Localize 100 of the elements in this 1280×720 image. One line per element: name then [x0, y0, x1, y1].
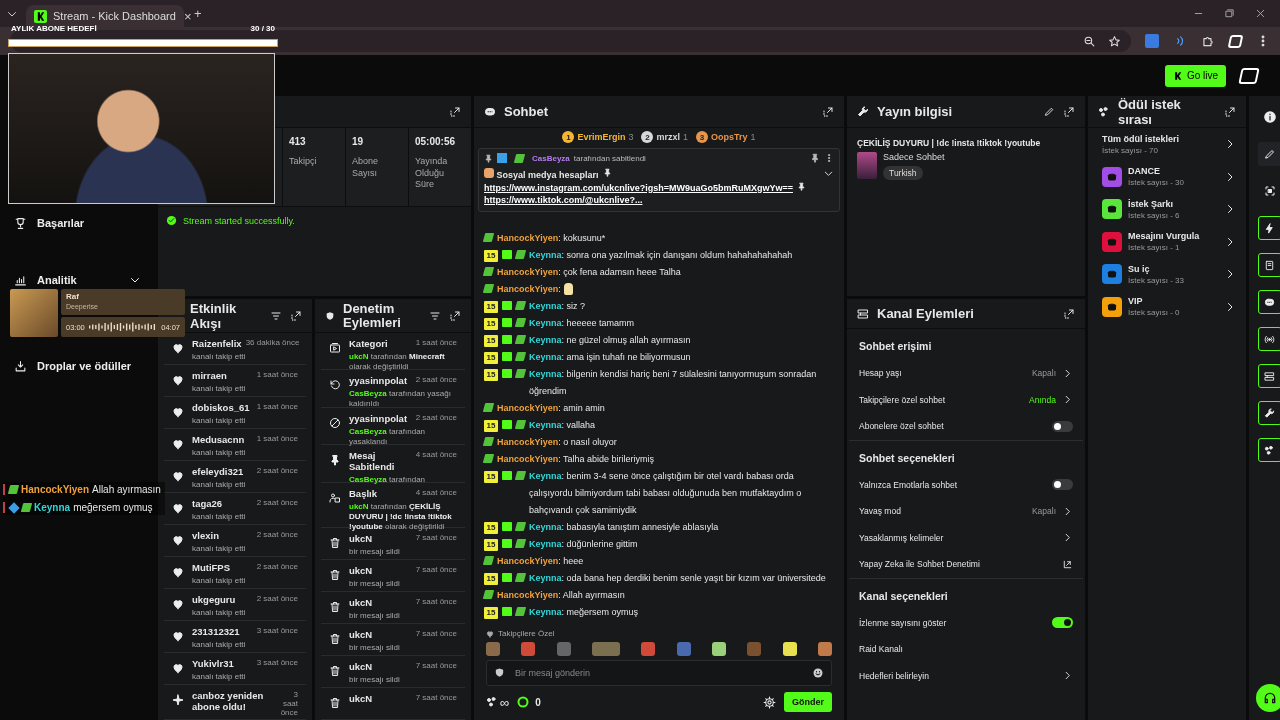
logo-icon[interactable]	[1238, 67, 1260, 84]
stat-value: 19	[352, 136, 365, 147]
close-icon[interactable]	[1255, 8, 1266, 19]
rewards-button[interactable]	[1257, 438, 1280, 462]
pinned-link[interactable]: https://www.tiktok.com/@ukcnlive?...	[484, 194, 643, 207]
category-name: Sadece Sohbet	[883, 152, 945, 162]
stream-button[interactable]	[1257, 364, 1280, 388]
reward-item[interactable]: VIP İstek sayısı - 0	[1088, 290, 1246, 323]
event-time: 2 saat önce	[256, 594, 298, 604]
popout-icon[interactable]	[822, 105, 834, 118]
reward-item[interactable]: DANCE İstek sayısı - 30	[1088, 160, 1246, 193]
pinned-link[interactable]: https://www.instagram.com/ukcnlive?igsh=MW9uaGo5bmRuMXgwYw==	[484, 181, 793, 195]
subscriber-badge: 15	[484, 539, 498, 551]
event-description: kanalı takip etti	[192, 416, 247, 427]
toggle-switch[interactable]	[1052, 617, 1073, 629]
settings-icon[interactable]	[763, 695, 776, 709]
action-description: ukcN tarafından ÇEKİLİŞ DUYURU | !dc !insta !tiktok !youtube olarak değiştirildi	[349, 501, 453, 532]
reward-item[interactable]: İstek Şarkı İstek sayısı - 6	[1088, 193, 1246, 226]
puzzle-icon[interactable]	[1201, 34, 1215, 48]
message-input[interactable]: Bir mesaj gönderin	[486, 660, 832, 686]
zoom-icon[interactable]	[1083, 34, 1096, 48]
subscriber-badge: 15	[484, 352, 498, 364]
info-icon	[1262, 110, 1277, 124]
emoji-icon[interactable]	[812, 667, 824, 679]
action-description: bir mesajı sildi	[349, 675, 401, 685]
filter-icon[interactable]	[270, 309, 282, 322]
chat-button[interactable]	[1257, 290, 1280, 314]
popout-icon[interactable]	[290, 309, 302, 322]
leader-count: 3	[628, 132, 634, 142]
pencil-icon	[1263, 148, 1276, 160]
chat-message-text: HancockYiyen: kokusunu*	[497, 232, 607, 245]
broadcast-button[interactable]	[1257, 327, 1280, 351]
pin-icon	[329, 453, 341, 466]
chat-message-text: Keynna: heeeee tamamm	[529, 317, 636, 330]
restore-icon[interactable]	[1224, 8, 1235, 19]
wrench-icon	[857, 105, 869, 118]
external-link-icon[interactable]	[1062, 558, 1073, 570]
action-time: 7 saat önce	[415, 565, 457, 574]
event-time: 1 saat önce	[256, 370, 298, 380]
subscriber-badge: 15	[484, 573, 498, 585]
help-button[interactable]	[1255, 684, 1280, 712]
stat-value: 05:00:56	[415, 136, 457, 147]
sidebar-item[interactable]: Droplar ve ödüller	[0, 358, 155, 374]
go-live-button[interactable]: Go live	[1164, 64, 1226, 87]
chevron-right-icon[interactable]	[1062, 505, 1073, 517]
subscriber-badge: 15	[484, 420, 498, 432]
popout-icon[interactable]	[449, 105, 461, 118]
setting-label: Yasaklanmış kelimeler	[859, 532, 945, 543]
setting-value[interactable]: Kapalı	[1031, 368, 1056, 379]
popout-icon[interactable]	[449, 309, 461, 322]
toggle-switch[interactable]	[1052, 479, 1073, 491]
emote-icon[interactable]	[782, 642, 797, 656]
success-check-icon	[166, 215, 177, 226]
notes-button[interactable]	[1257, 253, 1280, 277]
sidebar-item[interactable]: Analitik	[0, 272, 155, 288]
event-description: kanalı takip etti	[192, 544, 247, 555]
chat-message-text: Keynna: ne güzel olmuş allah ayırmasın	[529, 334, 692, 347]
unpin-icon[interactable]	[810, 153, 820, 163]
send-button[interactable]: Gönder	[784, 692, 832, 712]
event-title: canboz yeniden abone oldu!	[192, 690, 265, 713]
edit-icon[interactable]	[1044, 106, 1055, 117]
note-icon	[1264, 259, 1275, 271]
reward-item[interactable]: Mesajını Vurgula İstek sayısı - 1	[1088, 225, 1246, 258]
star-icon[interactable]	[1108, 34, 1121, 48]
setting-value[interactable]: Anında	[1029, 394, 1056, 405]
reward-item[interactable]: Su iç İstek sayısı - 33	[1088, 258, 1246, 291]
popout-icon[interactable]	[1224, 105, 1236, 118]
profile-icon[interactable]	[1227, 34, 1244, 48]
action-description: CasBeyza tarafından yasağı kaldırıldı	[349, 389, 452, 410]
drops-icon	[14, 359, 27, 373]
popout-icon[interactable]	[1063, 105, 1075, 118]
lightning-button[interactable]	[1257, 216, 1280, 240]
lightning-icon	[1264, 222, 1275, 234]
emote-icon[interactable]	[817, 642, 832, 656]
wrench-icon	[1264, 407, 1275, 419]
action-time: 7 saat önce	[415, 597, 457, 606]
og-badge-icon	[514, 573, 527, 582]
new-tab-button[interactable]: +	[192, 6, 204, 21]
popout-icon[interactable]	[1063, 307, 1075, 320]
setting-value[interactable]: Kapalı	[1031, 506, 1056, 517]
toggle-switch[interactable]	[1052, 420, 1073, 432]
address-bar[interactable]	[10, 30, 1131, 52]
close-tab-button[interactable]: ×	[181, 8, 194, 24]
subscriber-badge: 15	[484, 318, 498, 330]
event-time: 3 saat önce	[256, 626, 298, 636]
wrench-button[interactable]	[1257, 401, 1280, 425]
sidebar-item[interactable]: Başarılar	[0, 215, 155, 231]
reward-item[interactable]: Tüm ödül istekleri İstek sayısı - 70	[1088, 128, 1246, 161]
edit-button[interactable]	[1257, 142, 1280, 166]
filter-icon[interactable]	[429, 309, 441, 322]
section-heading: Kanal seçenekleri	[859, 588, 949, 604]
emote-icon[interactable]	[711, 642, 726, 656]
kick-logo-icon	[1172, 70, 1183, 81]
expand-chevron-icon[interactable]	[823, 168, 834, 179]
og-badge-icon	[482, 454, 495, 463]
points-count: 0	[535, 696, 541, 708]
action-time: 7 saat önce	[415, 661, 457, 670]
category-icon	[329, 342, 341, 354]
dots-icon	[486, 696, 498, 708]
stat-label: Abone Sayısı	[352, 156, 380, 180]
